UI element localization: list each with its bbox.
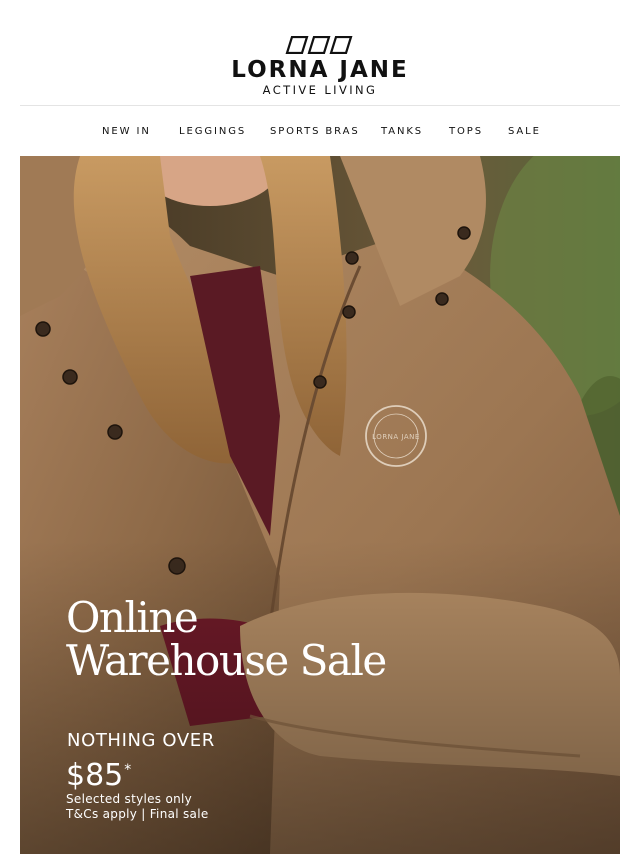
nav-item-sale[interactable]: SALE bbox=[508, 124, 541, 140]
fine-print: Selected styles only T&Cs apply | Final … bbox=[66, 792, 209, 822]
headline-line-2: Warehouse Sale bbox=[66, 636, 387, 685]
brand-tagline: ACTIVE LIVING bbox=[262, 83, 378, 97]
email-header: LORNA JANE ACTIVE LIVING bbox=[0, 0, 640, 105]
brand-logo[interactable]: LORNA JANE ACTIVE LIVING bbox=[0, 36, 640, 97]
price-asterisk: * bbox=[124, 762, 132, 778]
nav-item-new-in[interactable]: NEW IN bbox=[102, 124, 151, 140]
nav-item-tanks[interactable]: TANKS bbox=[381, 124, 423, 140]
fine-print-line-2: T&Cs apply | Final sale bbox=[66, 807, 209, 821]
promo-label: NOTHING OVER bbox=[67, 730, 215, 751]
fine-print-line-1: Selected styles only bbox=[66, 792, 193, 806]
category-nav: NEW IN LEGGINGS SPORTS BRAS TANKS TOPS S… bbox=[0, 124, 640, 142]
hero-headline: Online Warehouse Sale bbox=[66, 596, 486, 682]
nav-item-sports-bras[interactable]: SPORTS BRAS bbox=[270, 124, 360, 140]
nav-item-leggings[interactable]: LEGGINGS bbox=[179, 124, 246, 140]
headline-line-1: Online bbox=[66, 593, 199, 642]
three-parallelograms-icon bbox=[285, 36, 353, 54]
price-value: $85 bbox=[66, 758, 124, 793]
header-divider bbox=[20, 105, 620, 106]
brand-name: LORNA JANE bbox=[231, 57, 409, 83]
hero-banner[interactable]: LORNA JANE Online Warehouse Sale NOTHING… bbox=[20, 156, 620, 854]
nav-item-tops[interactable]: TOPS bbox=[449, 124, 483, 140]
promo-price: $85* bbox=[66, 752, 131, 794]
